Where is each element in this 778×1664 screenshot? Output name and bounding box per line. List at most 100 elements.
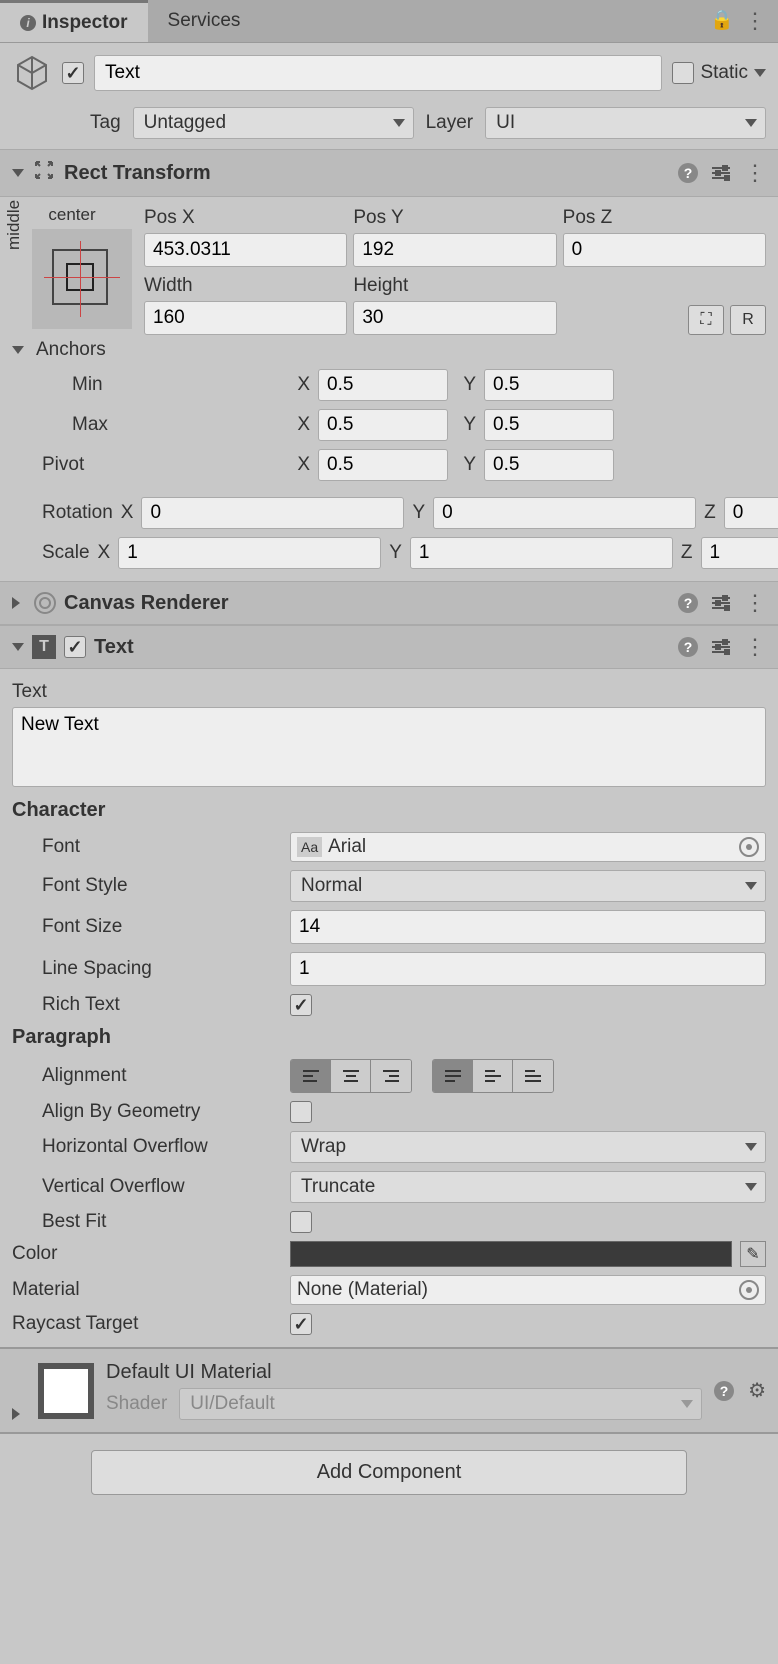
anchor-preset-button[interactable]: [32, 229, 132, 329]
linespacing-input[interactable]: [290, 952, 766, 986]
tab-menu-icon[interactable]: ⋮: [744, 8, 766, 34]
posx-input[interactable]: [144, 233, 347, 267]
help-icon[interactable]: ?: [678, 637, 698, 657]
align-top-button[interactable]: [433, 1060, 473, 1092]
eyedropper-icon[interactable]: ✎: [740, 1241, 766, 1267]
add-component-button[interactable]: Add Component: [91, 1450, 688, 1495]
canvas-renderer-header[interactable]: Canvas Renderer ? ⋮: [0, 581, 778, 625]
rect-transform-header[interactable]: Rect Transform ? ⋮: [0, 149, 778, 197]
alignbygeom-checkbox[interactable]: [290, 1101, 312, 1123]
text-value-input[interactable]: New Text: [12, 707, 766, 787]
anchor-max-x[interactable]: [318, 409, 448, 441]
layer-dropdown[interactable]: UI: [485, 107, 766, 139]
raycast-checkbox[interactable]: [290, 1313, 312, 1335]
pivot-x[interactable]: [318, 449, 448, 481]
character-label: Character: [12, 793, 766, 828]
text-component-header[interactable]: T Text ? ⋮: [0, 625, 778, 669]
color-label: Color: [12, 1243, 282, 1265]
tag-label: Tag: [90, 112, 121, 134]
rect-transform-icon: [32, 158, 56, 188]
enabled-checkbox[interactable]: [62, 62, 84, 84]
rot-x[interactable]: [141, 497, 404, 529]
width-input[interactable]: [144, 301, 347, 335]
scale-y[interactable]: [410, 537, 673, 569]
gameobject-name-input[interactable]: [94, 55, 662, 91]
shader-label: Shader: [106, 1393, 167, 1415]
anchor-top-label: center: [12, 205, 132, 229]
hoverflow-dropdown[interactable]: Wrap: [290, 1131, 766, 1163]
rotation-label: Rotation: [12, 502, 113, 524]
component-menu-icon[interactable]: ⋮: [744, 634, 766, 660]
align-right-button[interactable]: [371, 1060, 411, 1092]
component-menu-icon[interactable]: ⋮: [744, 590, 766, 616]
material-foldout-icon[interactable]: [12, 1408, 26, 1420]
anchors-label: Anchors: [36, 339, 106, 361]
hoverflow-label: Horizontal Overflow: [12, 1136, 282, 1158]
bestfit-checkbox[interactable]: [290, 1211, 312, 1233]
static-checkbox[interactable]: [672, 62, 694, 84]
font-label: Font: [12, 836, 282, 858]
anchor-min-x[interactable]: [318, 369, 448, 401]
gear-icon[interactable]: ⚙: [748, 1378, 766, 1403]
scale-z[interactable]: [701, 537, 778, 569]
help-icon[interactable]: ?: [678, 593, 698, 613]
lock-icon[interactable]: 🔒: [710, 8, 734, 34]
posy-input[interactable]: [353, 233, 556, 267]
material-title: Default UI Material: [106, 1361, 702, 1388]
help-icon[interactable]: ?: [714, 1381, 734, 1401]
rot-y[interactable]: [433, 497, 696, 529]
bestfit-label: Best Fit: [12, 1211, 282, 1233]
anchor-max-y[interactable]: [484, 409, 614, 441]
foldout-icon: [12, 643, 24, 651]
text-icon: T: [32, 635, 56, 659]
shader-dropdown[interactable]: UI/Default: [179, 1388, 702, 1420]
linespacing-label: Line Spacing: [12, 958, 282, 980]
fontstyle-dropdown[interactable]: Normal: [290, 870, 766, 902]
text-enabled-checkbox[interactable]: [64, 636, 86, 658]
preset-icon[interactable]: [712, 641, 730, 653]
rect-transform-title: Rect Transform: [64, 162, 670, 185]
info-icon: i: [20, 15, 36, 31]
foldout-icon: [12, 597, 26, 609]
object-picker-icon[interactable]: [739, 1280, 759, 1300]
voverflow-dropdown[interactable]: Truncate: [290, 1171, 766, 1203]
tab-bar: i Inspector Services 🔒 ⋮: [0, 0, 778, 43]
pivot-y[interactable]: [484, 449, 614, 481]
scale-x[interactable]: [118, 537, 381, 569]
component-menu-icon[interactable]: ⋮: [744, 160, 766, 186]
align-left-button[interactable]: [291, 1060, 331, 1092]
posy-label: Pos Y: [353, 205, 556, 231]
voverflow-label: Vertical Overflow: [12, 1176, 282, 1198]
fontsize-input[interactable]: [290, 910, 766, 944]
text-component-title: Text: [94, 636, 670, 659]
raw-edit-button[interactable]: R: [730, 305, 766, 335]
align-center-button[interactable]: [331, 1060, 371, 1092]
fontstyle-label: Font Style: [12, 875, 282, 897]
preset-icon[interactable]: [712, 167, 730, 179]
help-icon[interactable]: ?: [678, 163, 698, 183]
tab-inspector-label: Inspector: [42, 12, 128, 34]
raycast-label: Raycast Target: [12, 1313, 282, 1335]
color-field[interactable]: [290, 1241, 732, 1267]
posz-label: Pos Z: [563, 205, 766, 231]
gameobject-header: Static: [0, 43, 778, 103]
object-picker-icon[interactable]: [739, 837, 759, 857]
align-middle-button[interactable]: [473, 1060, 513, 1092]
rot-z[interactable]: [724, 497, 778, 529]
anchor-min-y[interactable]: [484, 369, 614, 401]
tag-dropdown[interactable]: Untagged: [133, 107, 414, 139]
posz-input[interactable]: [563, 233, 766, 267]
richtext-checkbox[interactable]: [290, 994, 312, 1016]
anchors-foldout-icon[interactable]: [12, 346, 24, 354]
tab-inspector[interactable]: i Inspector: [0, 0, 148, 42]
tab-services[interactable]: Services: [148, 0, 261, 42]
font-field[interactable]: AaArial: [290, 832, 766, 862]
align-bottom-button[interactable]: [513, 1060, 553, 1092]
material-field[interactable]: None (Material): [290, 1275, 766, 1305]
material-preview: [38, 1363, 94, 1419]
height-input[interactable]: [353, 301, 556, 335]
paragraph-label: Paragraph: [12, 1020, 766, 1055]
static-dropdown-icon[interactable]: [754, 69, 766, 77]
preset-icon[interactable]: [712, 597, 730, 609]
blueprint-mode-button[interactable]: ⛶: [688, 305, 724, 335]
